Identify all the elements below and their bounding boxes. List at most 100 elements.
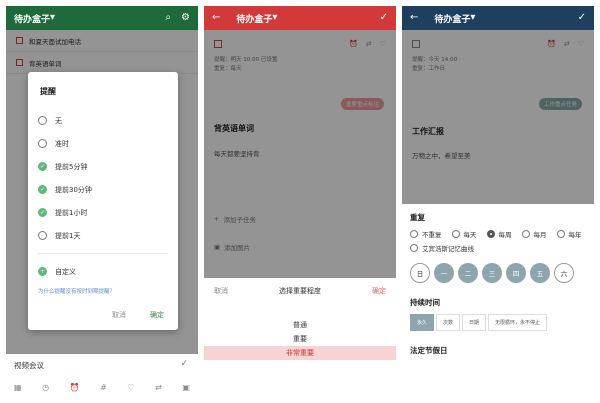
radio-icon[interactable]: [556, 230, 565, 238]
gear-icon[interactable]: ⚙: [181, 13, 190, 23]
duration-heading: 持续时间: [410, 298, 440, 307]
day-button[interactable]: 二: [458, 263, 478, 283]
option-label: 提前30分钟: [55, 185, 92, 194]
calendar-icon[interactable]: ▦: [14, 383, 22, 392]
hash-icon[interactable]: #: [100, 383, 107, 392]
choice-very-important[interactable]: 非常重要: [204, 346, 396, 360]
search-icon[interactable]: ⌕: [165, 13, 171, 23]
day-button[interactable]: 一: [434, 263, 454, 283]
app-bar: 待办盒子 ▾ ⌕ ⚙: [6, 6, 198, 30]
weekday-selector: 日 一 二 三 四 五 六: [410, 263, 586, 283]
option-label: 每周: [498, 231, 512, 239]
option-label: 提前1天: [55, 231, 81, 240]
clock-icon[interactable]: ◷: [42, 383, 49, 392]
repeat-option[interactable]: 每周: [486, 229, 512, 239]
day-button[interactable]: 三: [482, 263, 502, 283]
screenshot-collage: 待办盒子 ▾ ⌕ ⚙ 和夏天面试加电话 背英语单词 提醒 无 准时 ✓ 提前5分钟…: [0, 0, 600, 403]
option-1day[interactable]: 提前1天: [38, 224, 168, 247]
check-icon[interactable]: ✓: [380, 13, 388, 23]
day-button[interactable]: 五: [530, 263, 550, 283]
segment-forever[interactable]: 永久: [410, 314, 435, 331]
help-link[interactable]: 为什么提醒没有按时到期提醒？: [38, 287, 168, 295]
check-icon[interactable]: ✓: [38, 162, 47, 171]
option-label: 不重复: [422, 231, 442, 239]
radio-icon[interactable]: [38, 116, 47, 125]
check-icon[interactable]: ✓: [578, 13, 586, 23]
option-1hour[interactable]: ✓ 提前1小时: [38, 201, 168, 224]
radio-icon[interactable]: [38, 231, 47, 240]
app-title[interactable]: 待办盒子: [14, 12, 50, 25]
bottom-area: 视频会议 ✓ ▦ ◷ ⏰ # ♡ ⇄ ▣: [6, 354, 198, 398]
app-bar: ← 待办盒子 ▾ ✓: [204, 6, 396, 30]
cancel-button[interactable]: 取消: [112, 310, 126, 320]
option-label: 每年: [568, 231, 582, 239]
phone-importance-sheet: ← 待办盒子 ▾ ✓ ⏰ ⇄ ♡ 提醒：明天 10:00 已设置 重复：每天 重…: [204, 6, 396, 398]
dialog-actions: 取消 确定: [112, 310, 164, 320]
option-label: 每天: [463, 231, 477, 239]
repeat-icon[interactable]: ⇄: [155, 383, 162, 392]
dim-overlay: [402, 30, 594, 204]
option-label: 自定义: [55, 267, 76, 276]
reminder-dialog: 提醒 无 准时 ✓ 提前5分钟 ✓ 提前30分钟 ✓ 提前1小时 提前1天 + 自定义 …: [28, 72, 178, 330]
option-label: 提前5分钟: [55, 162, 88, 171]
option-on-time[interactable]: 准时: [38, 132, 168, 155]
radio-icon[interactable]: [410, 244, 418, 252]
check-icon[interactable]: ✓: [180, 359, 188, 369]
option-label: 准时: [55, 139, 69, 148]
repeat-panel: 重复 不重复 每天 每周 每月 每年 艾宾浩斯记忆曲线 日 一 二 三 四 五 …: [402, 204, 594, 398]
day-button[interactable]: 四: [506, 263, 526, 283]
importance-sheet: 取消 选择重要程度 确定 普通 重要 非常重要: [204, 278, 396, 398]
segment-infinite[interactable]: 无限循环，永不停止: [488, 314, 548, 331]
repeat-option[interactable]: 每月: [521, 229, 547, 239]
dim-overlay: [204, 30, 396, 278]
segment-date[interactable]: 日期: [462, 314, 487, 331]
option-label: 提前1小时: [55, 208, 88, 217]
radio-icon[interactable]: [486, 230, 495, 238]
plus-icon[interactable]: +: [38, 267, 47, 276]
app-title[interactable]: 待办盒子: [236, 12, 272, 25]
choice-normal[interactable]: 普通: [204, 318, 396, 332]
option-custom[interactable]: + 自定义: [38, 260, 168, 283]
back-arrow-icon[interactable]: ←: [410, 13, 418, 23]
cancel-button[interactable]: 取消: [214, 286, 228, 296]
radio-icon[interactable]: [410, 230, 418, 238]
image-icon[interactable]: ▣: [182, 383, 190, 392]
heart-icon[interactable]: ♡: [127, 383, 134, 392]
app-title[interactable]: 待办盒子: [434, 12, 470, 25]
confirm-button[interactable]: 确定: [372, 286, 386, 296]
option-30min[interactable]: ✓ 提前30分钟: [38, 178, 168, 201]
bottom-toolbar: ▦ ◷ ⏰ # ♡ ⇄ ▣: [14, 383, 190, 392]
choice-important[interactable]: 重要: [204, 332, 396, 346]
option-label: 艾宾浩斯记忆曲线: [422, 245, 474, 253]
task-title[interactable]: 视频会议: [6, 354, 198, 377]
repeat-option[interactable]: 每年: [556, 229, 582, 239]
phone-repeat-panel: ← 待办盒子 ▾ ✓ ⏰ ⇄ ♡ 提醒：今天 14:00 重复：工作日 工作重点…: [402, 6, 594, 398]
day-button[interactable]: 六: [554, 263, 574, 283]
sheet-title: 选择重要程度: [279, 287, 321, 295]
repeat-options: 不重复 每天 每周 每月 每年 艾宾浩斯记忆曲线: [410, 229, 586, 253]
repeat-option[interactable]: 不重复: [410, 229, 442, 239]
phone-reminder-dialog: 待办盒子 ▾ ⌕ ⚙ 和夏天面试加电话 背英语单词 提醒 无 准时 ✓ 提前5分钟…: [6, 6, 198, 398]
option-label: 无: [55, 116, 62, 125]
radio-icon[interactable]: [451, 230, 460, 238]
back-arrow-icon[interactable]: ←: [212, 13, 220, 23]
option-none[interactable]: 无: [38, 109, 168, 132]
repeat-option[interactable]: 每天: [451, 229, 477, 239]
radio-icon[interactable]: [38, 139, 47, 148]
chevron-down-icon[interactable]: ▾: [272, 13, 277, 23]
alarm-icon[interactable]: ⏰: [70, 383, 80, 392]
check-icon[interactable]: ✓: [38, 208, 47, 217]
check-icon[interactable]: ✓: [38, 185, 47, 194]
segment-count[interactable]: 次数: [436, 314, 461, 331]
day-button[interactable]: 日: [410, 263, 430, 283]
confirm-button[interactable]: 确定: [150, 310, 164, 320]
radio-icon[interactable]: [521, 230, 530, 238]
repeat-heading: 重复: [410, 213, 425, 222]
chevron-down-icon[interactable]: ▾: [50, 13, 55, 23]
option-5min[interactable]: ✓ 提前5分钟: [38, 155, 168, 178]
repeat-option[interactable]: 艾宾浩斯记忆曲线: [410, 243, 474, 253]
sheet-header: 取消 选择重要程度 确定: [204, 278, 396, 304]
chevron-down-icon[interactable]: ▾: [470, 13, 475, 23]
option-label: 每月: [533, 231, 547, 239]
duration-segmented: 永久 次数 日期 无限循环，永不停止: [410, 314, 586, 331]
